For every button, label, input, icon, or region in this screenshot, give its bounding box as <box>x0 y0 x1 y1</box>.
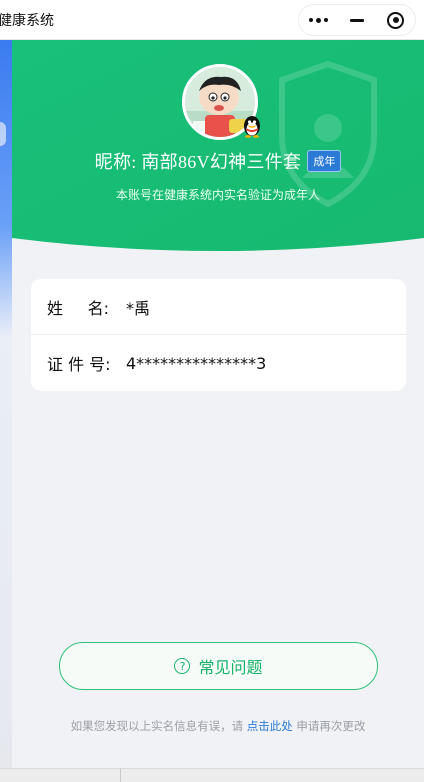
name-label-part-2: 名: <box>87 298 109 318</box>
name-label-part-1: 姓 <box>47 298 64 318</box>
id-number-value: 4***************3 <box>126 353 267 373</box>
title-bar: 健康系统 <box>0 0 424 40</box>
nickname: 昵称: 南部86V幻神三件套 <box>94 152 302 172</box>
correction-note: 如果您发现以上实名信息有误，请 点击此处 申请再次更改 <box>0 718 424 734</box>
close-button[interactable] <box>376 5 415 35</box>
verification-subtitle: 本账号在健康系统内实名验证为成年人 <box>115 188 320 202</box>
name-row: 姓 名: *禹 <box>31 279 406 335</box>
background-window-edge <box>0 40 12 782</box>
miniprogram-capsule <box>298 4 416 36</box>
more-dots-icon <box>308 17 328 23</box>
faq-label: 常见问题 <box>198 658 263 677</box>
name-label: 姓 名: <box>47 295 109 319</box>
minimize-button[interactable] <box>338 5 377 35</box>
correction-link[interactable]: 点击此处 <box>247 719 293 733</box>
side-handle <box>0 122 6 146</box>
minimize-icon <box>350 18 364 22</box>
background-window-bottom <box>0 768 424 782</box>
window-title: 健康系统 <box>0 13 54 29</box>
qq-penguin-icon <box>244 116 260 138</box>
divider <box>120 769 121 782</box>
faq-button[interactable]: ? 常见问题 <box>59 642 378 690</box>
nickname-row: 昵称: 南部86V幻神三件套 成年 <box>12 148 424 174</box>
id-number-label: 证 件 号: <box>47 355 111 374</box>
identity-card: 姓 名: *禹 证 件 号: 4***************3 <box>31 279 406 391</box>
target-circle-icon <box>387 11 405 29</box>
correction-note-prefix: 如果您发现以上实名信息有误，请 <box>70 719 247 733</box>
name-value: *禹 <box>126 298 151 318</box>
more-button[interactable] <box>299 5 338 35</box>
adult-status-badge: 成年 <box>307 150 342 172</box>
id-number-row: 证 件 号: 4***************3 <box>31 335 406 391</box>
question-circle-icon: ? <box>174 658 191 674</box>
profile-header: 昵称: 南部86V幻神三件套 成年 本账号在健康系统内实名验证为成年人 <box>12 40 424 254</box>
app-window: 健康系统 昵称: 南部86V幻神三件套 成年 本账号在健康系统内实名验证为成年人… <box>0 0 424 782</box>
correction-note-suffix: 申请再次更改 <box>292 719 366 733</box>
